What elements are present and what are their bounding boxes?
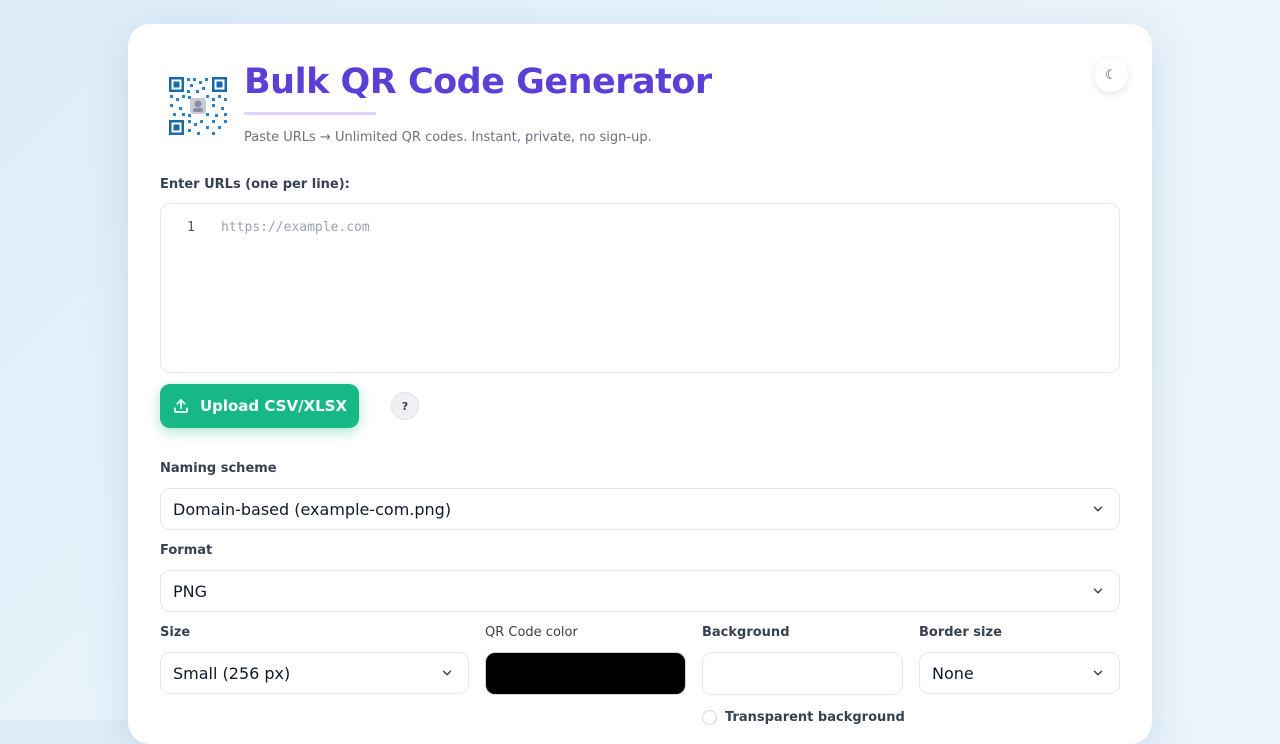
border-size-select[interactable]: None [919, 652, 1120, 694]
page-title: Bulk QR Code Generator [244, 62, 712, 102]
chevron-down-icon [442, 670, 452, 676]
urls-label: Enter URLs (one per line): [160, 177, 350, 192]
qr-color-label: QR Code color [485, 625, 578, 640]
format-label: Format [160, 543, 213, 558]
chevron-down-icon [1093, 670, 1103, 676]
size-value: Small (256 px) [173, 663, 291, 683]
upload-icon [174, 399, 188, 413]
border-label: Border size [919, 625, 1002, 640]
naming-label: Naming scheme [160, 461, 277, 476]
main-card: Bulk QR Code Generator Paste URLs → Unli… [128, 24, 1152, 744]
upload-csv-button[interactable]: Upload CSV/XLSX [160, 384, 359, 428]
theme-toggle-button[interactable]: ☾ [1094, 58, 1128, 92]
background-label: Background [702, 625, 790, 640]
transparent-checkbox[interactable] [702, 710, 717, 725]
title-underline [244, 112, 376, 115]
upload-label: Upload CSV/XLSX [199, 397, 348, 415]
page-subtitle: Paste URLs → Unlimited QR codes. Instant… [244, 130, 652, 145]
border-value: None [932, 663, 974, 683]
help-icon: ? [401, 399, 409, 413]
moon-icon: ☾ [1105, 67, 1117, 83]
help-button[interactable]: ? [391, 392, 419, 420]
qr-logo-icon [168, 76, 228, 136]
naming-value: Domain-based (example-com.png) [173, 499, 452, 519]
background-color-picker[interactable] [702, 652, 903, 695]
transparent-label: Transparent background [725, 710, 905, 725]
url-input-placeholder: https://example.com [221, 220, 370, 235]
size-select[interactable]: Small (256 px) [160, 652, 469, 694]
url-editor[interactable]: 1 https://example.com [160, 203, 1120, 373]
format-value: PNG [173, 581, 208, 601]
format-select[interactable]: PNG [160, 570, 1120, 612]
naming-scheme-select[interactable]: Domain-based (example-com.png) [160, 488, 1120, 530]
size-label: Size [160, 625, 191, 640]
transparent-background-option[interactable]: Transparent background [702, 710, 905, 725]
chevron-down-icon [1093, 588, 1103, 594]
line-number: 1 [187, 220, 195, 235]
qr-color-picker[interactable] [485, 652, 686, 695]
chevron-down-icon [1093, 506, 1103, 512]
